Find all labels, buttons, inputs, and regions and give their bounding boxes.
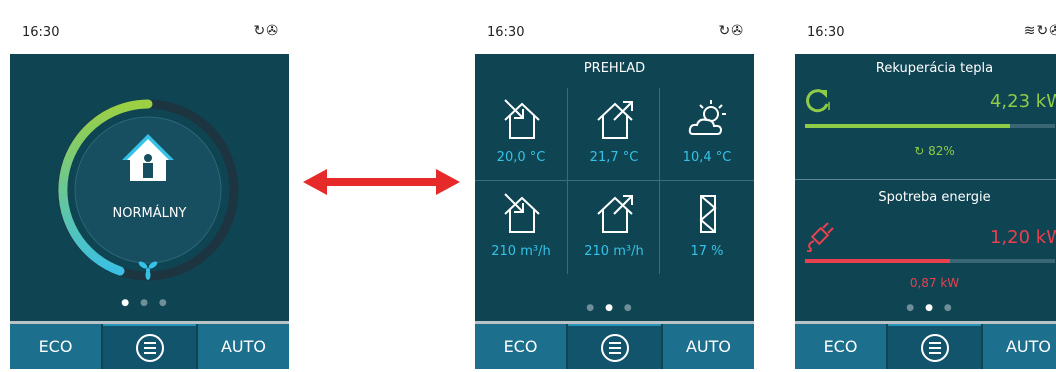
eco-button[interactable]: ECO xyxy=(795,324,888,369)
eco-button[interactable]: ECO xyxy=(10,324,103,369)
recovery-value: 4,23 kW xyxy=(989,91,1056,112)
supply-temp-cell: 20,0 °C xyxy=(475,88,567,180)
filter-icon xyxy=(699,195,717,233)
mode-label: NORMÁLNY xyxy=(112,206,187,221)
house-arrow-in-icon xyxy=(504,99,540,139)
energy-value: 1,20 kW xyxy=(989,227,1056,248)
exhaust-temp-cell: 21,7 °C xyxy=(568,88,660,180)
double-arrow-icon xyxy=(303,169,460,195)
auto-button[interactable]: AUTO xyxy=(661,324,754,369)
energy-bar xyxy=(805,259,1055,263)
supply-airflow-cell: 210 m³/h xyxy=(475,182,567,274)
recovery-bar xyxy=(805,124,1055,128)
recovery-icon xyxy=(806,89,830,113)
sync-icon: ↻ xyxy=(718,23,732,39)
screen-normal-mode: 16:30 ↻✇ NORMÁLNY ●●● ECO AUTO xyxy=(10,12,289,369)
energy-bar-fill xyxy=(805,259,950,263)
house-arrow-in-icon xyxy=(504,193,540,233)
status-time: 16:30 xyxy=(807,25,845,40)
page-indicator: ●●● xyxy=(121,298,178,308)
menu-list-icon xyxy=(600,333,629,362)
recovery-title: Rekuperácia tepla xyxy=(875,61,994,76)
supply-airflow-value: 210 m³/h xyxy=(491,244,551,259)
menu-button[interactable] xyxy=(888,324,981,369)
energy-sub-value: 0,87 kW xyxy=(909,276,960,290)
mode-gauge[interactable] xyxy=(10,12,289,322)
status-time: 16:30 xyxy=(487,25,525,40)
exhaust-temp-value: 21,7 °C xyxy=(589,150,639,165)
menu-button[interactable] xyxy=(568,324,661,369)
recovery-percent: ↻ 82% xyxy=(914,144,955,158)
screen-overview: 16:30 ↻✇ PREHĽAD 20,0 °C 21,7 °C 10,4 °C… xyxy=(475,12,754,369)
page-title: PREHĽAD xyxy=(583,61,646,76)
filter-cell: 17 % xyxy=(661,182,753,274)
sun-cloud-icon xyxy=(688,100,726,135)
eco-button[interactable]: ECO xyxy=(475,324,568,369)
bottom-bar: ECO AUTO xyxy=(10,321,289,369)
supply-temp-value: 20,0 °C xyxy=(496,150,546,165)
filter-value: 17 % xyxy=(690,244,724,259)
sync-icon: ↻ xyxy=(1036,23,1050,39)
status-bar: 16:30 ≋↻✇ xyxy=(795,12,1056,54)
energy-title: Spotreba energie xyxy=(878,190,991,205)
bottom-bar: ECO AUTO xyxy=(475,321,754,369)
auto-button[interactable]: AUTO xyxy=(196,324,289,369)
fan-icon: ✇ xyxy=(1049,23,1056,39)
sync-icon: ↻ xyxy=(914,144,929,158)
menu-list-icon xyxy=(135,333,164,362)
bottom-bar: ECO AUTO xyxy=(795,321,1056,369)
exhaust-airflow-cell: 210 m³/h xyxy=(568,182,660,274)
exhaust-airflow-value: 210 m³/h xyxy=(584,244,644,259)
fan-icon: ✇ xyxy=(731,23,744,39)
auto-button[interactable]: AUTO xyxy=(981,324,1056,369)
house-arrow-out-icon xyxy=(597,101,633,139)
house-arrow-out-icon xyxy=(597,195,633,233)
page-indicator: ●●● xyxy=(586,303,643,313)
page-indicator: ●●● xyxy=(906,303,963,313)
outdoor-temp-value: 10,4 °C xyxy=(682,150,732,165)
recovery-bar-fill xyxy=(805,124,1010,128)
screen-energy: 16:30 ≋↻✇ Rekuperácia tepla 4,23 kW ↻ 82… xyxy=(795,12,1056,369)
outdoor-temp-cell: 10,4 °C xyxy=(661,88,753,180)
plug-icon xyxy=(806,222,834,252)
menu-list-icon xyxy=(920,333,949,362)
status-bar: 16:30 ↻✇ xyxy=(475,12,754,54)
menu-button[interactable] xyxy=(103,324,196,369)
heating-icon: ≋ xyxy=(1023,23,1037,39)
